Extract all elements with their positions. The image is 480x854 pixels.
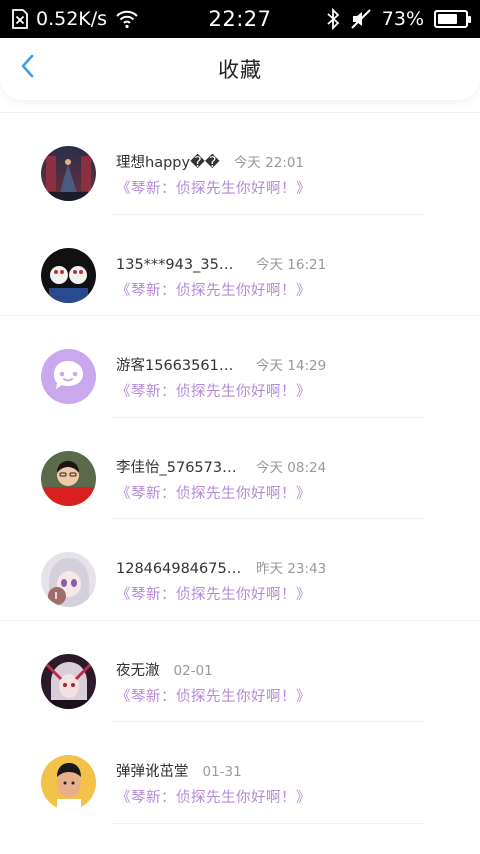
favorite-item[interactable]: 弹弹讹茁堂 01-31 《琴新：侦探先生你好啊！》 [0,722,480,824]
user-name: 弹弹讹茁堂 [116,764,189,780]
favorite-item[interactable]: 夜无澈 02-01 《琴新：侦探先生你好啊！》 [0,621,480,723]
timestamp: 02-01 [173,662,213,679]
battery-icon [434,10,471,28]
message-preview: 《琴新：侦探先生你好啊！》 [116,790,311,806]
favorites-list: 理想happy�� 今天 22:01 《琴新：侦探先生你好啊！》 135***9… [0,112,480,854]
item-header: 理想happy�� 今天 22:01 [116,151,304,172]
avatar [41,349,96,404]
user-name: 李佳怡_5765738... [116,459,242,476]
avatar [41,552,96,607]
message-preview: 《琴新：侦探先生你好啊！》 [116,384,311,400]
timestamp: 今天 08:24 [256,459,327,476]
user-name: 理想happy�� [116,155,220,171]
user-name: 128464984675bi... [116,561,242,577]
message-preview: 《琴新：侦探先生你好啊！》 [116,485,311,502]
timestamp: 今天 16:21 [256,256,327,273]
battery-level-fill [438,14,457,24]
item-header: 游客1566356175... 今天 14:29 [116,354,326,375]
item-header: 135***943_35760... 今天 16:21 [116,253,326,273]
network-speed: 0.52K/s [36,8,108,30]
status-left: 0.52K/s [12,8,182,30]
status-time: 22:27 [208,7,272,31]
timestamp: 今天 22:01 [233,155,305,171]
item-header: 128464984675bi... 昨天 23:43 [116,557,326,577]
item-header: 夜无澈 02-01 [116,659,213,680]
avatar [41,755,96,810]
user-name: 夜无澈 [116,662,160,679]
avatar [41,247,96,303]
timestamp: 昨天 23:43 [256,561,327,577]
timestamp: 01-31 [202,764,242,780]
timestamp: 今天 14:29 [256,358,327,374]
message-preview: 《琴新：侦探先生你好啊！》 [116,688,311,705]
mute-icon [350,8,372,30]
user-name: 135***943_35760... [116,256,242,273]
favorite-item[interactable]: 135***943_35760... 今天 16:21 《琴新：侦探先生你好啊！… [0,215,480,317]
user-name: 游客1566356175... [116,358,242,374]
header-bar: 收藏 [0,38,480,100]
favorite-item[interactable]: 128464984675bi... 昨天 23:43 《琴新：侦探先生你好啊！》 [0,519,480,621]
favorite-item[interactable]: 游客1566356175... 今天 14:29 《琴新：侦探先生你好啊！》 [0,316,480,418]
item-header: 弹弹讹茁堂 01-31 [116,760,242,781]
back-button[interactable] [10,50,46,86]
chevron-left-icon [19,53,37,83]
avatar [41,146,96,201]
message-preview: 《琴新：侦探先生你好啊！》 [116,282,311,299]
no-sim-icon [12,9,28,29]
wifi-icon [115,9,139,29]
bluetooth-icon [326,8,340,30]
avatar [41,450,96,506]
status-right: 73% [298,8,471,30]
page-title: 收藏 [218,58,262,82]
favorite-item[interactable]: 理想happy�� 今天 22:01 《琴新：侦探先生你好啊！》 [0,113,480,215]
message-preview: 《琴新：侦探先生你好啊！》 [116,181,311,197]
favorite-item[interactable]: 李佳怡_5765738... 今天 08:24 《琴新：侦探先生你好啊！》 [0,418,480,520]
battery-percent: 73% [381,8,424,30]
item-header: 李佳怡_5765738... 今天 08:24 [116,456,326,477]
message-preview: 《琴新：侦探先生你好啊！》 [116,587,311,603]
avatar [41,653,96,709]
status-bar: 0.52K/s 22:27 73% [0,0,480,38]
